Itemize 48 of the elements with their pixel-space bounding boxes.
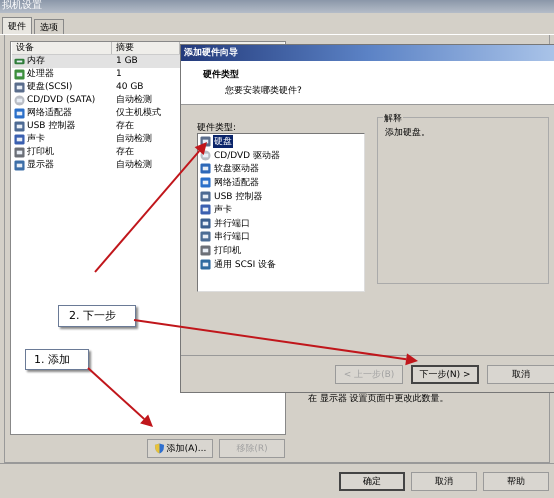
header-title: 硬件类型 xyxy=(203,68,240,81)
help-button[interactable]: 帮助 xyxy=(483,472,549,490)
hardware-item[interactable]: 网络适配器 xyxy=(200,176,260,190)
hardware-item[interactable]: 并行端口 xyxy=(200,216,251,230)
ok-button[interactable]: 确定 xyxy=(339,472,405,490)
group-label: 解释 xyxy=(383,112,403,125)
device-name: 显示器 xyxy=(27,159,54,172)
device-summary: 40 GB xyxy=(115,81,144,94)
detail-text: 在 显示器 设置页面中更改此数量。 xyxy=(308,392,449,405)
device-name: USB 控制器 xyxy=(27,120,76,133)
cancel-button[interactable]: 取消 xyxy=(411,472,477,490)
device-row[interactable]: 网络适配器 仅主机模式 xyxy=(12,107,284,120)
hardware-item[interactable]: 声卡 xyxy=(200,202,233,217)
device-summary: 仅主机模式 xyxy=(115,107,162,120)
hardware-item[interactable]: 打印机 xyxy=(200,244,242,258)
device-summary: 自动检测 xyxy=(115,94,153,107)
cancel-button[interactable]: 取消 xyxy=(487,364,554,384)
device-name: 网络适配器 xyxy=(27,107,72,120)
device-summary: 自动检测 xyxy=(115,159,153,172)
device-name: 硬盘(SCSI) xyxy=(27,81,72,94)
device-name: 内存 xyxy=(27,55,45,68)
tab[interactable]: 硬件 xyxy=(2,17,32,34)
next-button[interactable]: 下一步(N) > xyxy=(411,364,479,384)
disc-icon xyxy=(14,95,25,106)
callout-label: 2. 下一步 xyxy=(58,305,136,327)
dialog-title: 添加硬件向导 xyxy=(181,45,554,61)
device-name: 打印机 xyxy=(27,146,54,159)
device-summary: 存在 xyxy=(115,120,135,133)
hardware-item[interactable]: 软盘驱动器 xyxy=(200,162,260,176)
device-summary: 1 GB xyxy=(115,55,139,68)
hardware-item[interactable]: 通用 SCSI 设备 xyxy=(200,257,278,271)
arrow xyxy=(87,367,153,427)
device-summary: 自动检测 xyxy=(115,133,153,146)
device-name: 声卡 xyxy=(27,133,45,146)
column-header: 设备 xyxy=(12,42,112,54)
hardware-item[interactable]: USB 控制器 xyxy=(200,189,264,203)
device-summary: 存在 xyxy=(115,146,135,159)
explanation-text: 添加硬盘。 xyxy=(385,126,431,139)
tab[interactable]: 选项 xyxy=(34,19,64,34)
hardware-item[interactable]: 串行端口 xyxy=(200,230,251,244)
header-subtitle: 您要安装哪类硬件? xyxy=(224,84,303,97)
list-label: 硬件类型: xyxy=(197,122,238,133)
add-button[interactable]: 添加(A)... xyxy=(147,439,213,458)
device-name: 处理器 xyxy=(27,68,54,81)
callout-label: 1. 添加 xyxy=(25,349,89,370)
device-summary: 1 xyxy=(115,68,123,81)
device-name: CD/DVD (SATA) xyxy=(27,94,96,107)
device-row[interactable]: CD/DVD (SATA) 自动检测 xyxy=(12,94,284,107)
